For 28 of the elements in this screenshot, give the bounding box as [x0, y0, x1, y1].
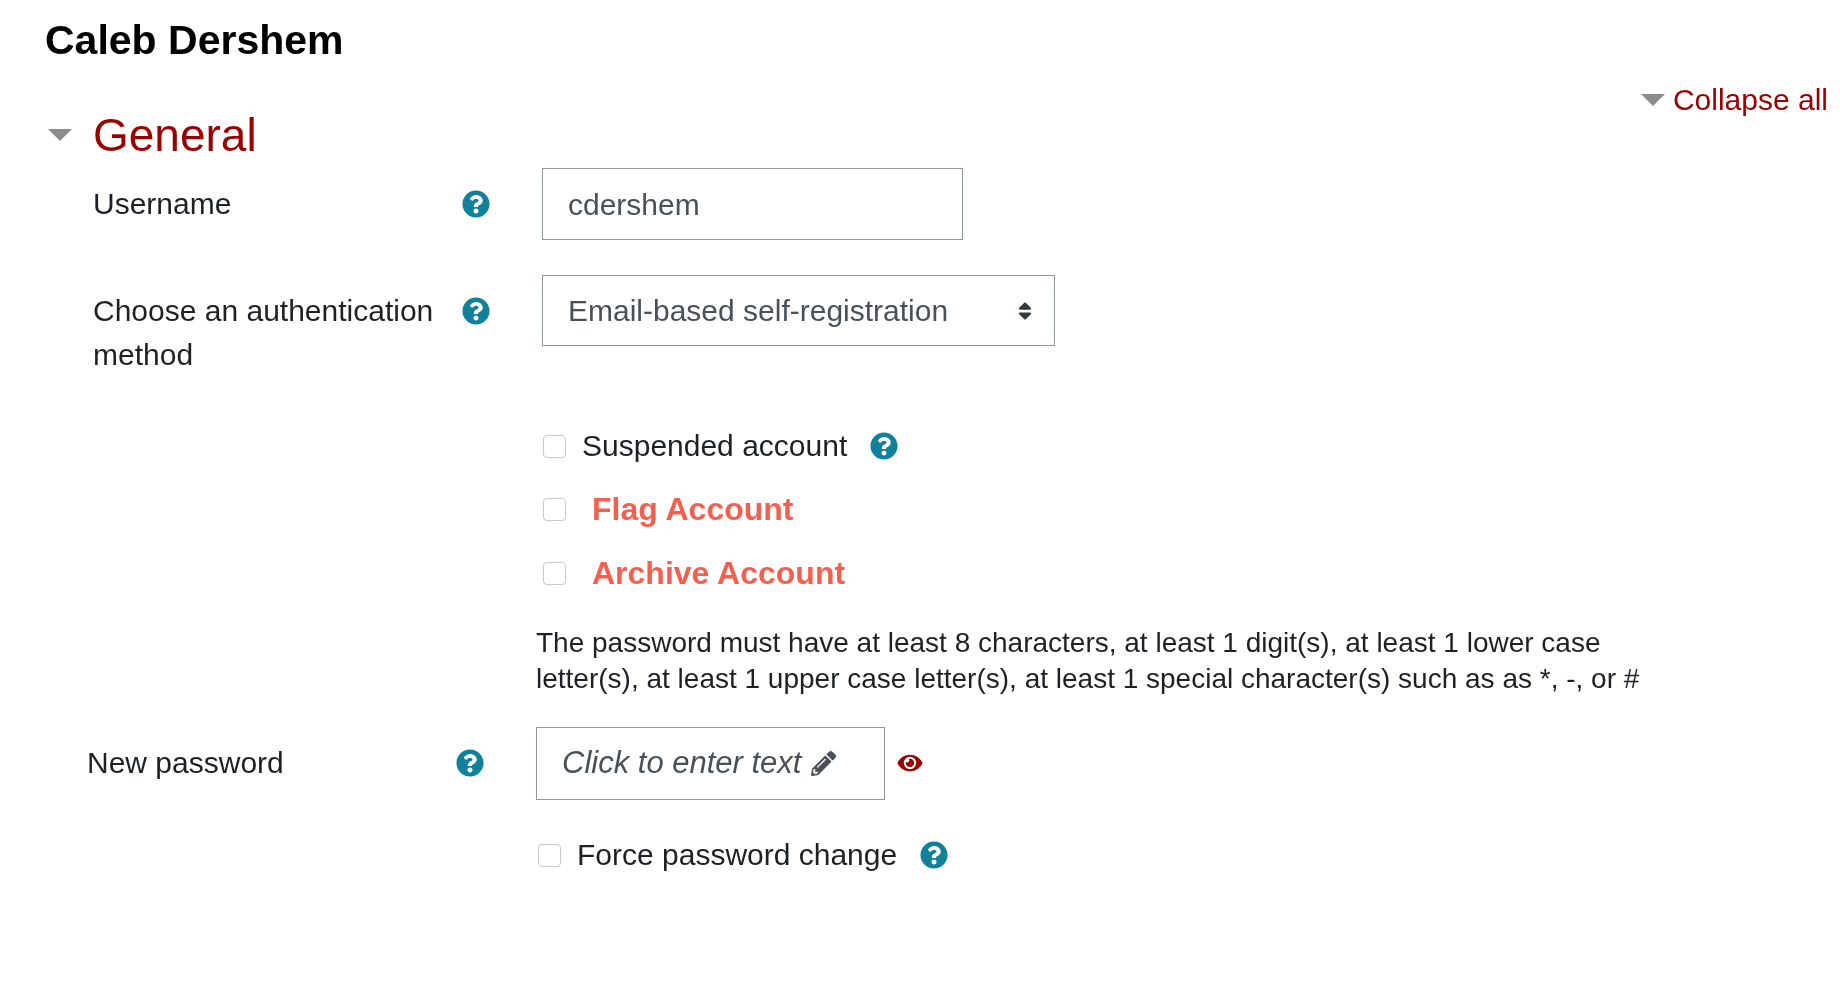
caret-icon[interactable] [1640, 94, 1665, 106]
caret-icon[interactable] [48, 129, 72, 141]
checkbox-label: Archive Account [592, 554, 846, 593]
field-label: Choose an authentication method [93, 293, 435, 373]
checkbox[interactable] [543, 434, 566, 458]
field-label: Username [93, 186, 232, 222]
pencil-icon [811, 751, 837, 776]
password-rules-text: The password must have at least 8 characters, at least 1 digit(s), at least 1 lower case letter(s), at least 1 upper case letter(s), at least 1 special character(s) such as as *, -, or # [536, 626, 1641, 696]
collapse-all-link[interactable]: Collapse all [1640, 80, 1828, 120]
select-value: Email-based self-registration [568, 293, 949, 329]
help-icon[interactable] [456, 749, 484, 777]
checkbox-label: Suspended account [582, 428, 848, 464]
help-icon[interactable] [870, 432, 899, 460]
help-icon[interactable] [462, 297, 490, 325]
checkbox[interactable] [543, 561, 566, 585]
eye-icon[interactable] [895, 752, 925, 774]
username-field[interactable]: cdershem [542, 168, 963, 240]
checkbox[interactable] [538, 843, 561, 867]
authentication-select[interactable]: Email-based self-registration [542, 275, 1055, 346]
password-field[interactable]: Click to enter text [536, 727, 885, 800]
section-heading[interactable]: General [93, 107, 257, 163]
checkbox[interactable] [543, 497, 566, 521]
help-icon[interactable] [920, 841, 949, 869]
help-icon[interactable] [462, 190, 490, 218]
page-title: Caleb Dershem [45, 16, 344, 62]
checkbox-label: Force password change [577, 837, 898, 873]
checkbox-label: Flag Account [592, 490, 794, 529]
field-label: New password [87, 745, 284, 781]
